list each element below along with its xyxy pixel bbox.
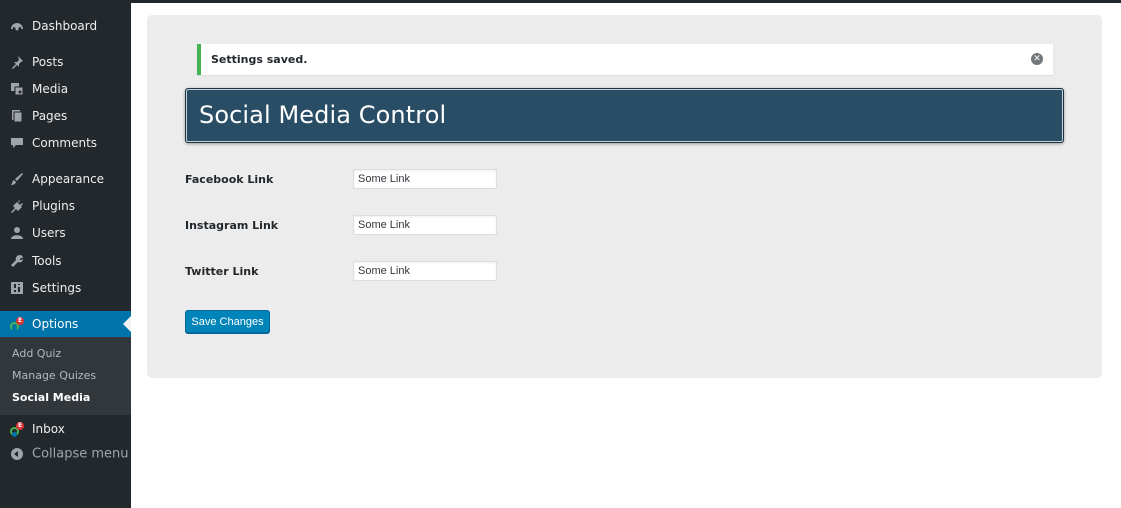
sidebar-item-label: Comments bbox=[32, 136, 98, 150]
sidebar-item-pages[interactable]: Pages bbox=[0, 104, 131, 128]
plugin-logo-icon: E bbox=[10, 422, 24, 437]
sidebar-item-label: Tools bbox=[32, 254, 62, 268]
admin-top-bar bbox=[0, 0, 1121, 3]
settings-saved-notice: Settings saved. ✕ bbox=[197, 44, 1053, 75]
instagram-link-input[interactable] bbox=[353, 215, 497, 235]
sidebar-item-tools[interactable]: Tools bbox=[0, 249, 131, 273]
sidebar-item-users[interactable]: Users bbox=[0, 221, 131, 245]
plugin-logo-icon: E bbox=[10, 317, 24, 332]
sidebar-item-media[interactable]: Media bbox=[0, 77, 131, 101]
sidebar-item-label: Appearance bbox=[32, 172, 105, 186]
dashboard-icon bbox=[10, 19, 24, 33]
collapse-menu-label: Collapse menu bbox=[32, 446, 129, 462]
sidebar-item-options[interactable]: E Options bbox=[0, 311, 131, 337]
sidebar-item-settings[interactable]: Settings bbox=[0, 276, 131, 300]
comment-icon bbox=[10, 136, 24, 150]
page-title-banner: Social Media Control bbox=[185, 88, 1064, 143]
sidebar-item-label: Media bbox=[32, 82, 69, 96]
save-changes-button[interactable]: Save Changes bbox=[185, 310, 270, 333]
page-title: Social Media Control bbox=[199, 101, 447, 129]
admin-sidebar: Dashboard Posts Media Pages Comments App… bbox=[0, 0, 131, 508]
submenu-item-manage-quizes[interactable]: Manage Quizes bbox=[12, 369, 96, 382]
submenu-item-social-media[interactable]: Social Media bbox=[12, 391, 90, 404]
facebook-link-label: Facebook Link bbox=[185, 173, 274, 186]
sidebar-item-label: Dashboard bbox=[32, 19, 98, 33]
pages-icon bbox=[10, 109, 24, 123]
collapse-menu-button[interactable]: Collapse menu bbox=[0, 442, 131, 466]
settings-icon bbox=[10, 281, 24, 295]
facebook-link-input[interactable] bbox=[353, 169, 497, 189]
sidebar-item-label: Pages bbox=[32, 109, 68, 123]
sidebar-item-label: Posts bbox=[32, 55, 64, 69]
instagram-link-label: Instagram Link bbox=[185, 219, 279, 232]
settings-panel: Settings saved. ✕ Social Media Control F… bbox=[147, 15, 1102, 378]
sidebar-item-label: Plugins bbox=[32, 199, 75, 213]
submenu-item-add-quiz[interactable]: Add Quiz bbox=[12, 347, 61, 360]
user-icon bbox=[10, 226, 24, 240]
notice-message: Settings saved. bbox=[211, 53, 308, 66]
twitter-link-input[interactable] bbox=[353, 261, 497, 281]
brush-icon bbox=[10, 172, 24, 186]
sidebar-item-dashboard[interactable]: Dashboard bbox=[0, 14, 131, 38]
twitter-link-label: Twitter Link bbox=[185, 265, 259, 278]
sidebar-item-label: Inbox bbox=[32, 422, 65, 436]
media-icon bbox=[10, 82, 24, 96]
pin-icon bbox=[10, 55, 24, 69]
plug-icon bbox=[10, 199, 24, 213]
dismiss-notice-icon[interactable]: ✕ bbox=[1031, 53, 1043, 65]
sidebar-item-label: Settings bbox=[32, 281, 82, 295]
sidebar-item-label: Options bbox=[32, 317, 79, 331]
collapse-arrow-icon bbox=[10, 447, 24, 461]
sidebar-item-plugins[interactable]: Plugins bbox=[0, 194, 131, 218]
sidebar-item-inbox[interactable]: E Inbox bbox=[0, 417, 131, 441]
wrench-icon bbox=[10, 254, 24, 268]
options-submenu: Add Quiz Manage Quizes Social Media bbox=[0, 337, 131, 415]
sidebar-item-label: Users bbox=[32, 226, 66, 240]
sidebar-item-appearance[interactable]: Appearance bbox=[0, 167, 131, 191]
active-indicator-arrow bbox=[123, 316, 131, 332]
sidebar-item-posts[interactable]: Posts bbox=[0, 50, 131, 74]
sidebar-item-comments[interactable]: Comments bbox=[0, 131, 131, 155]
